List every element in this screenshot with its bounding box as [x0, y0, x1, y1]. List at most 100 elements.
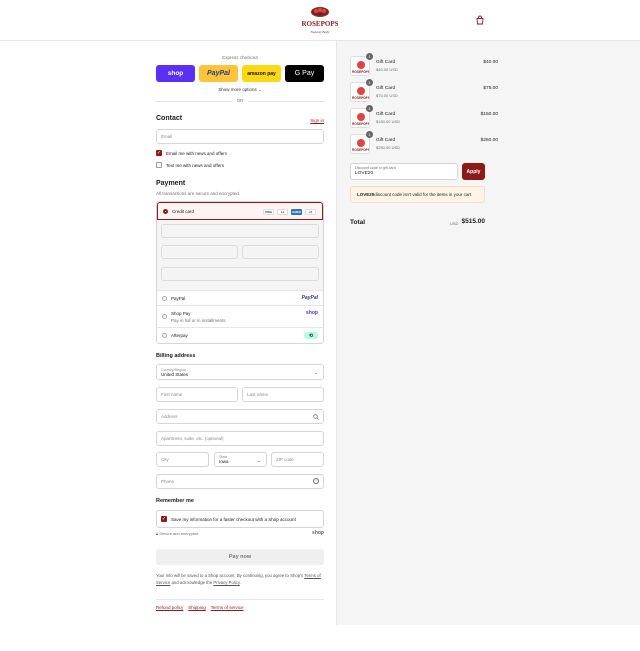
billing-title: Billing address [156, 353, 196, 359]
item-price: $40.00 [483, 60, 498, 65]
quantity-badge: 1 [366, 79, 373, 86]
paypal-button[interactable]: PayPal [199, 65, 238, 82]
shop-pay-option[interactable]: Shop Pay Pay in full or in installments … [157, 306, 323, 328]
text-news-checkbox-row[interactable]: Text me with news and offers [156, 162, 224, 168]
terms-of-service-footer-link[interactable]: Terms of service [211, 605, 244, 610]
save-info-checkbox[interactable]: ✓ [161, 516, 167, 522]
order-summary: ROSEPOPS 1 Gift Card $40.00 USD $40.00 R… [336, 41, 640, 625]
sign-in-link[interactable]: Sign in [310, 118, 324, 123]
amazon-pay-button[interactable]: amazon pay [242, 65, 281, 82]
state-select[interactable]: State Iowa ⌄ [214, 452, 267, 467]
apartment-field[interactable]: Apartment, suite, etc. (optional) [156, 431, 324, 446]
save-info-box[interactable]: ✓ Save my information for a faster check… [156, 510, 324, 528]
email-field[interactable]: Email [156, 129, 324, 144]
item-variant: $40.00 USD [376, 67, 398, 72]
discount-label: Discount code or gift card [355, 166, 396, 170]
privacy-policy-link[interactable]: Privacy Policy [213, 580, 239, 585]
warning-text: discount code isn't valid for the items … [374, 192, 472, 197]
text-news-label: Text me with news and offers [166, 162, 224, 168]
item-variant: $250.00 USD [376, 145, 401, 150]
item-name: Gift Card [376, 112, 396, 117]
apply-discount-button[interactable]: Apply [462, 163, 485, 180]
state-value: Iowa [219, 459, 229, 464]
or-label: OR [236, 98, 244, 103]
address-field[interactable]: Address [156, 409, 324, 424]
discount-code-input[interactable]: Discount code or gift card LOVE20 [350, 163, 458, 180]
last-name-field[interactable]: Last name [242, 387, 324, 402]
afterpay-option[interactable]: Afterpay ⟲ [157, 328, 323, 343]
paypal-radio[interactable] [162, 296, 167, 301]
cart-item: ROSEPOPS 1 Gift Card $40.00 USD $40.00 [350, 53, 498, 78]
more-brands-badge: +5 [305, 209, 316, 215]
visa-icon: VISA [263, 209, 274, 215]
svg-text:Natural Body: Natural Body [310, 30, 330, 34]
credit-card-option[interactable]: Credit card VISA ●● AMEX +5 [157, 202, 323, 220]
email-news-checkbox[interactable]: ✓ [156, 150, 162, 156]
help-icon[interactable]: ? [313, 478, 319, 484]
country-value: United States [161, 371, 189, 377]
security-code-field[interactable] [242, 245, 319, 259]
express-checkout-buttons: shop PayPal amazon pay G Pay [156, 65, 324, 82]
express-checkout-label: Express checkout [222, 55, 258, 60]
terms-line: Your info will be saved to a Shop accoun… [156, 573, 304, 578]
city-field[interactable]: City [156, 452, 209, 467]
shop-pay-sublabel: Pay in full or in installments [171, 317, 226, 323]
credit-card-radio[interactable] [163, 209, 168, 214]
svg-text:ROSEPOPS: ROSEPOPS [302, 20, 338, 28]
chevron-down-icon: ⌄ [313, 370, 318, 376]
mastercard-icon: ●● [277, 209, 288, 215]
quantity-badge: 1 [366, 131, 373, 138]
country-select[interactable]: Country/Region United States ⌄ [156, 364, 324, 380]
total-label: Total [350, 219, 366, 226]
email-news-checkbox-row[interactable]: ✓ Email me with news and offers [156, 150, 227, 156]
cart-item: ROSEPOPS 1 Gift Card $75.00 USD $75.00 [350, 79, 498, 104]
expiration-field[interactable] [161, 245, 238, 259]
name-on-card-field[interactable] [161, 267, 319, 281]
payment-title: Payment [156, 180, 186, 187]
terms-text: Your info will be saved to a Shop accoun… [156, 572, 324, 586]
svg-text:ROSEPOPS: ROSEPOPS [352, 122, 370, 126]
lock-icon: 🔒︎ [156, 531, 159, 536]
shop-pay-button[interactable]: shop [156, 65, 195, 82]
phone-field[interactable]: Phone ? [156, 474, 324, 489]
rosepops-logo[interactable]: ROSEPOPS Natural Body [302, 5, 338, 36]
terms-mid: and acknowledge the [171, 580, 213, 585]
paypal-logo: PayPal [301, 295, 318, 301]
terms-end: . [239, 580, 241, 585]
footer-divider [156, 599, 324, 600]
google-pay-button[interactable]: G Pay [285, 65, 324, 82]
svg-text:ROSEPOPS: ROSEPOPS [352, 96, 370, 100]
card-number-field[interactable] [161, 224, 319, 238]
card-fields [157, 220, 323, 291]
first-name-field[interactable]: First name [156, 387, 238, 402]
secure-label: Secure and encrypted [159, 531, 199, 536]
header: ROSEPOPS Natural Body [0, 0, 640, 41]
warning-code: LOVE20 [357, 192, 375, 197]
chevron-down-icon: ⌄ [256, 458, 261, 464]
show-more-options-link[interactable]: Show more options ⌄ [156, 87, 324, 93]
refund-policy-link[interactable]: Refund policy [156, 605, 183, 610]
afterpay-label: Afterpay [171, 333, 188, 338]
or-divider: OR [156, 98, 324, 104]
card-brand-icons: VISA ●● AMEX +5 [263, 209, 316, 215]
afterpay-radio[interactable] [162, 333, 167, 338]
shipping-link[interactable]: Shipping [188, 605, 206, 610]
shopping-bag-icon[interactable] [475, 15, 485, 25]
item-name: Gift Card [376, 86, 396, 91]
quantity-badge: 1 [366, 53, 373, 60]
cart-item: ROSEPOPS 1 Gift Card $250.00 USD $250.00 [350, 131, 498, 156]
afterpay-logo-icon: ⟲ [304, 332, 318, 339]
cart-item: ROSEPOPS 1 Gift Card $150.00 USD $150.00 [350, 105, 498, 130]
pay-now-button[interactable]: Pay now [156, 549, 324, 565]
discount-value: LOVE20 [355, 171, 374, 176]
search-icon [313, 414, 319, 420]
svg-text:ROSEPOPS: ROSEPOPS [352, 148, 370, 152]
payment-subtitle: All transactions are secure and encrypte… [156, 191, 241, 196]
chevron-down-icon: ⌄ [258, 87, 262, 92]
credit-card-label: Credit card [172, 208, 195, 214]
paypal-option[interactable]: PayPal PayPal [157, 291, 323, 306]
shop-pay-radio[interactable] [162, 314, 167, 319]
text-news-checkbox[interactable] [156, 162, 162, 168]
item-variant: $150.00 USD [376, 119, 401, 124]
zip-field[interactable]: ZIP code [271, 452, 324, 467]
